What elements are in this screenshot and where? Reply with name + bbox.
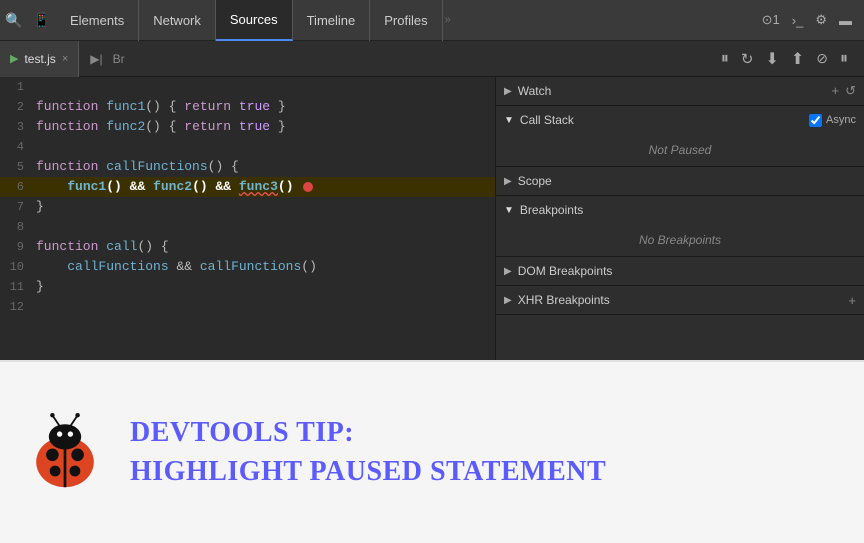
breakpoints-section: ▼ Breakpoints No Breakpoints: [496, 196, 864, 257]
device-icon[interactable]: 📱: [28, 0, 56, 41]
tab-network[interactable]: Network: [139, 0, 216, 41]
callstack-actions: Async: [809, 114, 856, 127]
tab-elements[interactable]: Elements: [56, 0, 139, 41]
pause-exceptions-button[interactable]: ⏸: [836, 48, 852, 70]
callstack-label: Call Stack: [520, 113, 809, 127]
callstack-section: ▼ Call Stack Async Not Paused: [496, 106, 864, 167]
tab-profiles[interactable]: Profiles: [370, 0, 442, 41]
xhr-add-icon[interactable]: +: [848, 293, 856, 308]
file-tab-icons: ▶| Br: [79, 50, 135, 68]
file-tab-close[interactable]: ×: [62, 53, 68, 65]
file-tab-play-icon: ▶: [10, 52, 18, 65]
xhr-breakpoints-section: ▶ XHR Breakpoints +: [496, 286, 864, 315]
breakpoints-header[interactable]: ▼ Breakpoints: [496, 196, 864, 224]
file-tab-testjs[interactable]: ▶ test.js ×: [0, 41, 79, 77]
dom-bp-arrow: ▶: [504, 266, 512, 277]
watch-section: ▶ Watch + ↺: [496, 77, 864, 106]
file-toolbar: ▶ test.js × ▶| Br ⏸ ↻ ⬇ ⬆ ⊘ ⏸: [0, 41, 864, 77]
tip-title: DevTools Tip:: [130, 418, 606, 449]
code-line-3: 3 function func2() { return true }: [0, 117, 495, 137]
breakpoint-icon[interactable]: Br: [110, 50, 128, 68]
toolbar-right: ⊙1 ›_ ⚙ ▬: [758, 10, 864, 30]
search-icon[interactable]: 🔍: [0, 0, 28, 41]
async-label: Async: [809, 114, 856, 127]
step-out-button[interactable]: ⬆: [787, 47, 808, 71]
watch-add-icon[interactable]: +: [832, 83, 840, 99]
code-line-12: 12: [0, 297, 495, 317]
tip-subtitle: Highlight Paused Statement: [130, 457, 606, 488]
callstack-header[interactable]: ▼ Call Stack Async: [496, 106, 864, 134]
dom-breakpoints-header[interactable]: ▶ DOM Breakpoints: [496, 257, 864, 285]
code-editor[interactable]: 1 2 function func1() { return true } 3 f…: [0, 77, 496, 360]
pause-button[interactable]: ⏸: [717, 48, 733, 70]
code-line-2: 2 function func1() { return true }: [0, 97, 495, 117]
code-line-11: 11 }: [0, 277, 495, 297]
code-line-4: 4: [0, 137, 495, 157]
code-line-9: 9 function call() {: [0, 237, 495, 257]
scope-arrow: ▶: [504, 176, 512, 187]
dom-breakpoints-label: DOM Breakpoints: [518, 264, 856, 278]
xhr-breakpoints-header[interactable]: ▶ XHR Breakpoints +: [496, 286, 864, 314]
breakpoints-status: No Breakpoints: [496, 224, 864, 256]
watch-actions: + ↺: [832, 83, 857, 99]
xhr-actions: +: [848, 293, 856, 308]
step-into-button[interactable]: ⬇: [761, 47, 782, 71]
dock-icon[interactable]: ▬: [835, 11, 856, 30]
deactivate-button[interactable]: ⊘: [812, 48, 832, 69]
watch-label: Watch: [518, 84, 832, 98]
code-line-8: 8: [0, 217, 495, 237]
scope-label: Scope: [518, 174, 856, 188]
dom-breakpoints-section: ▶ DOM Breakpoints: [496, 257, 864, 286]
breakpoints-arrow: ▼: [504, 205, 514, 216]
overflow-icon[interactable]: »: [443, 14, 453, 26]
code-line-10: 10 callFunctions && callFunctions(): [0, 257, 495, 277]
code-line-6: 6 func1() && func2() && func3(): [0, 177, 495, 197]
tip-text: DevTools Tip: Highlight Paused Statement: [130, 418, 606, 488]
devtools-toolbar: 🔍 📱 Elements Network Sources Timeline Pr…: [0, 0, 864, 41]
run-icon[interactable]: ▶|: [87, 50, 105, 68]
code-line-1: 1: [0, 77, 495, 97]
xhr-breakpoints-label: XHR Breakpoints: [518, 293, 849, 307]
scope-header[interactable]: ▶ Scope: [496, 167, 864, 195]
tab-sources[interactable]: Sources: [216, 0, 293, 41]
main-area: 1 2 function func1() { return true } 3 f…: [0, 77, 864, 360]
console-icon[interactable]: ›_: [788, 11, 808, 30]
tab-timeline[interactable]: Timeline: [293, 0, 371, 41]
thread-count: ⊙1: [758, 10, 784, 30]
debug-controls: ⏸ ↻ ⬇ ⬆ ⊘ ⏸: [705, 47, 864, 71]
right-panel: ▶ Watch + ↺ ▼ Call Stack Async: [496, 77, 864, 360]
scope-section: ▶ Scope: [496, 167, 864, 196]
code-line-5: 5 function callFunctions() {: [0, 157, 495, 177]
tip-section: DevTools Tip: Highlight Paused Statement: [0, 360, 864, 543]
code-line-7: 7 }: [0, 197, 495, 217]
watch-refresh-icon[interactable]: ↺: [845, 83, 856, 99]
file-tab-name: test.js: [24, 52, 55, 66]
async-checkbox[interactable]: [809, 114, 822, 127]
ladybug-icon: [20, 408, 110, 498]
xhr-bp-arrow: ▶: [504, 295, 512, 306]
step-over-button[interactable]: ↻: [737, 48, 758, 70]
breakpoints-label: Breakpoints: [520, 203, 856, 217]
watch-arrow: ▶: [504, 86, 512, 97]
watch-header[interactable]: ▶ Watch + ↺: [496, 77, 864, 105]
callstack-arrow: ▼: [504, 115, 514, 126]
callstack-status: Not Paused: [496, 134, 864, 166]
settings-icon[interactable]: ⚙: [811, 10, 831, 30]
